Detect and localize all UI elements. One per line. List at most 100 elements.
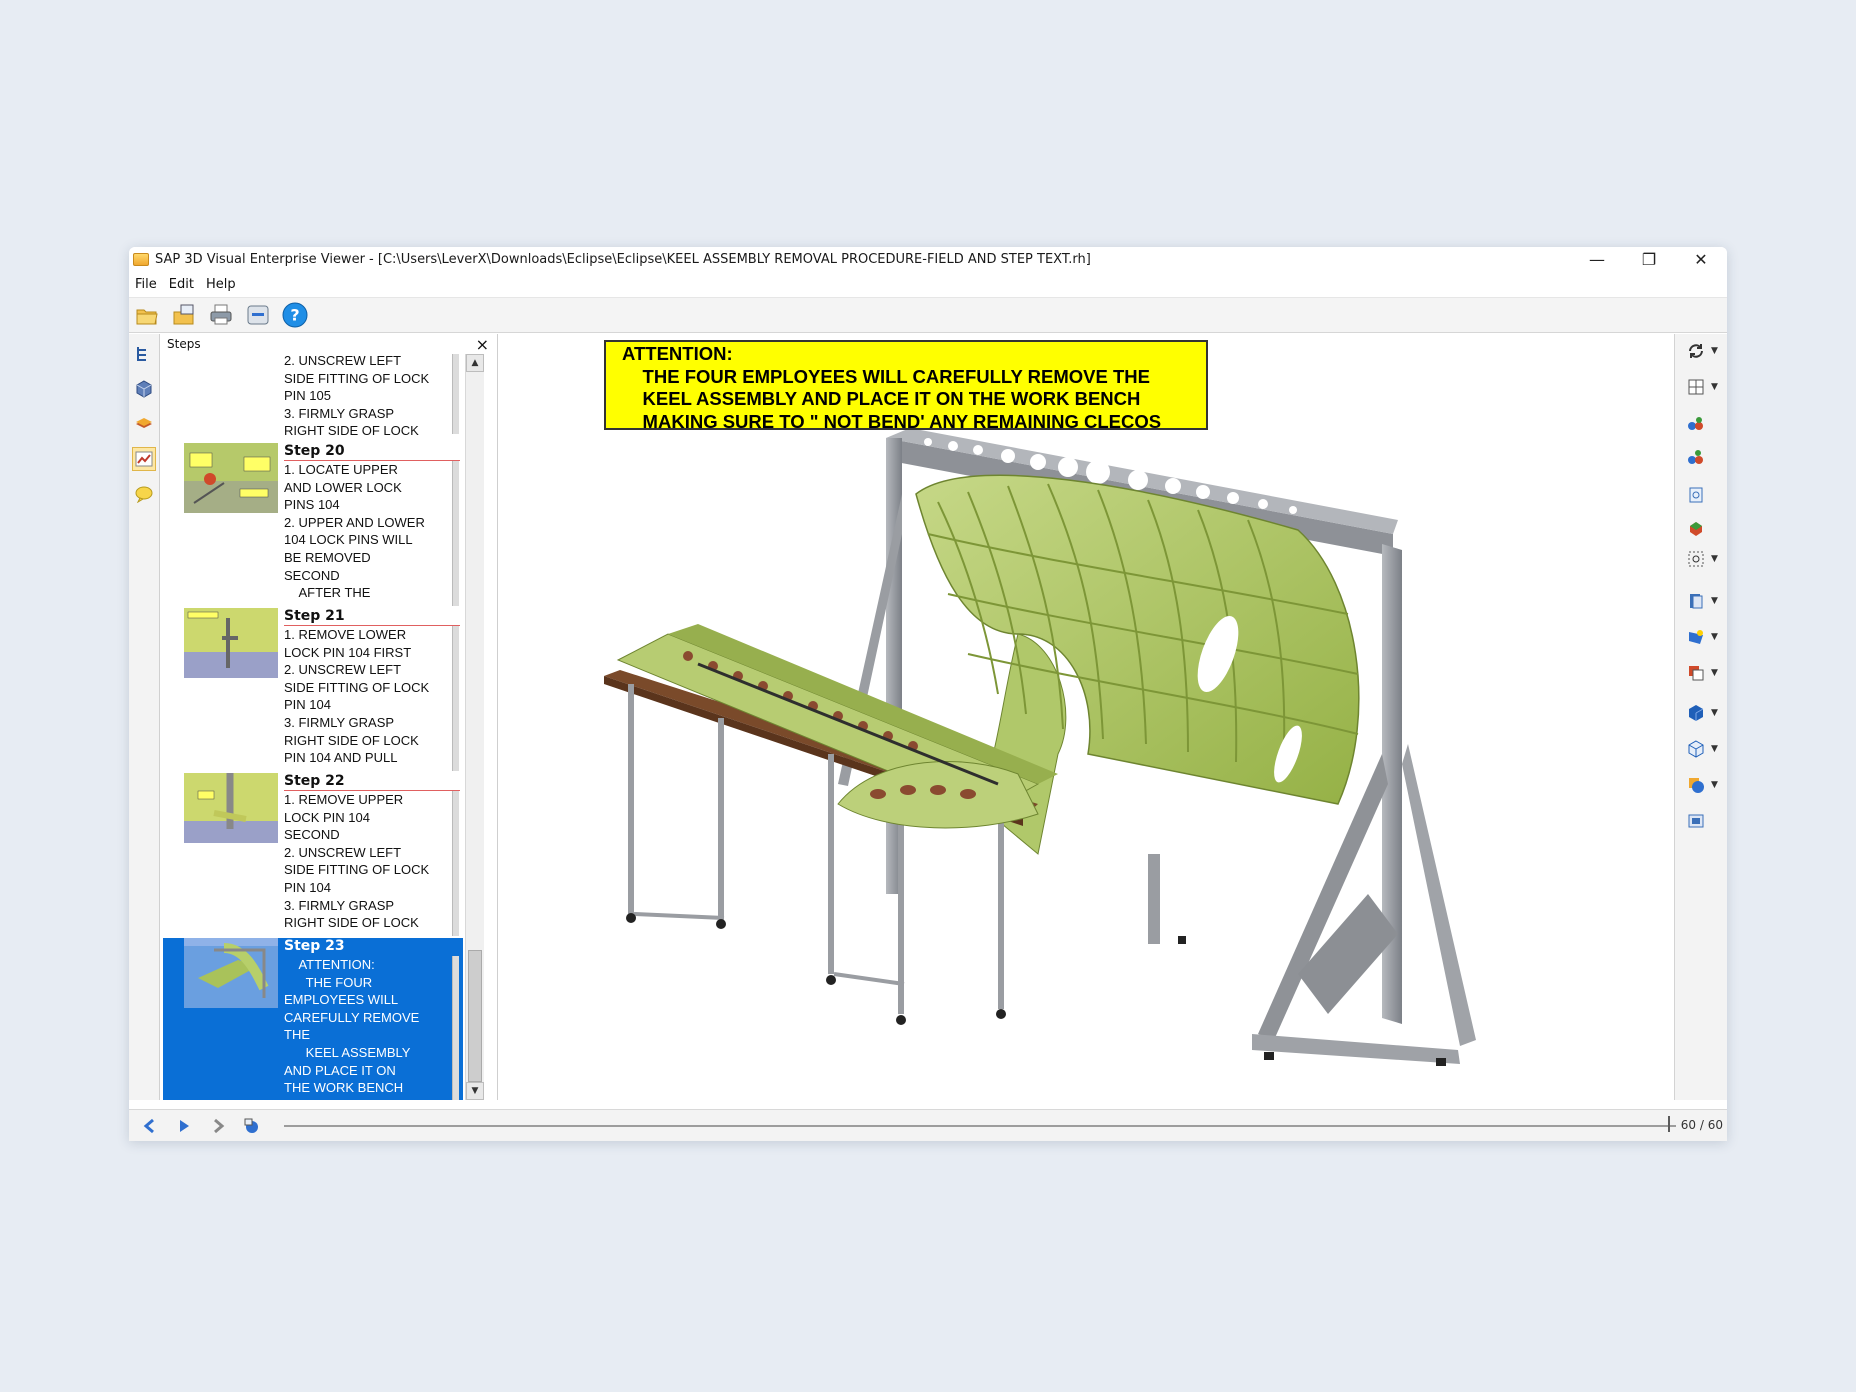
render-button[interactable]: ▼ bbox=[1681, 590, 1721, 612]
help-icon: ? bbox=[282, 302, 308, 328]
scene-tree-button[interactable] bbox=[132, 342, 156, 366]
scroll-down-icon[interactable]: ▼ bbox=[466, 1082, 484, 1100]
app-window: SAP 3D Visual Enterprise Viewer - [C:\Us… bbox=[129, 247, 1727, 1141]
menu-edit[interactable]: Edit bbox=[163, 277, 200, 292]
materials-icon bbox=[1689, 778, 1704, 793]
view-toolbar: ▼ ▼ ▼ ▼ ▼ ▼ ▼ ▼ ▼ bbox=[1674, 334, 1727, 1100]
play-icon bbox=[180, 1120, 189, 1132]
orbit-icon bbox=[1689, 344, 1703, 358]
notes-icon bbox=[135, 486, 153, 503]
chevron-down-icon[interactable]: ▼ bbox=[1711, 554, 1718, 564]
step-item-23[interactable]: Step 23 ATTENTION: THE FOUR EMPLOYEES WI… bbox=[163, 938, 463, 1100]
chevron-down-icon[interactable]: ▼ bbox=[1711, 744, 1718, 754]
fullscreen-button[interactable] bbox=[1681, 810, 1721, 832]
color-button[interactable]: ▼ bbox=[1681, 662, 1721, 684]
minimize-button[interactable]: — bbox=[1571, 247, 1623, 271]
shaded-icon bbox=[1689, 705, 1704, 721]
camera-2-icon bbox=[1688, 450, 1703, 464]
lighting-icon bbox=[1689, 630, 1703, 644]
step-text: 1. LOCATE UPPER AND LOWER LOCK PINS 104 … bbox=[284, 462, 425, 601]
camera-2-button[interactable] bbox=[1681, 446, 1721, 468]
side-strip bbox=[129, 334, 160, 1100]
open-button[interactable] bbox=[133, 301, 161, 329]
menu-file[interactable]: File bbox=[129, 277, 163, 292]
steps-button[interactable] bbox=[132, 447, 156, 471]
keel-assembly bbox=[616, 624, 1058, 829]
steps-panel-close-button[interactable]: × bbox=[476, 335, 489, 354]
window-title: SAP 3D Visual Enterprise Viewer - [C:\Us… bbox=[155, 251, 1091, 267]
steps-list: 2. UNSCREW LEFT SIDE FITTING OF LOCK PIN… bbox=[163, 354, 463, 1100]
step-thumbnail bbox=[184, 443, 278, 513]
open-icon bbox=[136, 309, 158, 325]
import-icon bbox=[173, 304, 194, 325]
chevron-down-icon[interactable]: ▼ bbox=[1711, 708, 1718, 718]
step-item-22[interactable]: Step 22 1. REMOVE UPPER LOCK PIN 104 SEC… bbox=[163, 773, 463, 938]
layers-button[interactable] bbox=[132, 412, 156, 436]
attention-line: ATTENTION: bbox=[622, 343, 733, 364]
3d-model-scene[interactable] bbox=[498, 334, 1727, 1100]
view-layout-icon bbox=[1688, 379, 1704, 395]
lighting-button[interactable]: ▼ bbox=[1681, 626, 1721, 648]
print-button[interactable] bbox=[207, 301, 235, 329]
previous-step-button[interactable] bbox=[137, 1113, 163, 1139]
loop-icon bbox=[244, 1118, 258, 1133]
model-button[interactable] bbox=[132, 377, 156, 401]
orbit-button[interactable]: ▼ bbox=[1681, 340, 1721, 362]
menu-help[interactable]: Help bbox=[200, 277, 242, 292]
step-thumbnail bbox=[184, 938, 278, 1008]
3d-viewport[interactable]: ATTENTION: THE FOUR EMPLOYEES WILL CAREF… bbox=[498, 334, 1727, 1100]
scroll-up-icon[interactable]: ▲ bbox=[466, 354, 484, 372]
loop-button[interactable] bbox=[239, 1113, 265, 1139]
chevron-down-icon[interactable]: ▼ bbox=[1711, 632, 1718, 642]
help-button[interactable]: ? bbox=[281, 301, 309, 329]
select-button[interactable]: ▼ bbox=[1681, 548, 1721, 570]
chevron-down-icon[interactable]: ▼ bbox=[1711, 780, 1718, 790]
svg-text:?: ? bbox=[290, 306, 299, 325]
shaded-button[interactable]: ▼ bbox=[1681, 702, 1721, 724]
chevron-down-icon[interactable]: ▼ bbox=[1711, 596, 1718, 606]
step-title: Step 23 bbox=[284, 938, 460, 956]
chevron-down-icon[interactable]: ▼ bbox=[1711, 346, 1718, 356]
attention-line: MAKING SURE TO " NOT BEND' ANY REMAINING… bbox=[622, 410, 1162, 432]
camera-button[interactable] bbox=[1681, 412, 1721, 434]
next-step-button[interactable] bbox=[205, 1113, 231, 1139]
scrollbar-thumb[interactable] bbox=[468, 950, 482, 1082]
notes-button[interactable] bbox=[132, 482, 156, 506]
step-text-scrollbar[interactable] bbox=[452, 956, 459, 1100]
step-title: Step 22 bbox=[284, 773, 460, 791]
save-button[interactable] bbox=[244, 301, 272, 329]
previous-icon bbox=[143, 1118, 154, 1134]
reset-button[interactable] bbox=[1681, 518, 1721, 540]
zoom-button[interactable] bbox=[1681, 484, 1721, 506]
steps-scrollbar[interactable]: ▲ ▼ bbox=[465, 354, 484, 1100]
import-button[interactable] bbox=[170, 301, 198, 329]
timeline-track[interactable] bbox=[284, 1125, 1676, 1127]
attention-line: KEEL ASSEMBLY AND PLACE IT ON THE WORK B… bbox=[622, 388, 1141, 409]
step-item-20[interactable]: Step 20 1. LOCATE UPPER AND LOWER LOCK P… bbox=[163, 443, 463, 608]
timeline-slider-thumb[interactable] bbox=[1668, 1116, 1670, 1132]
chevron-down-icon[interactable]: ▼ bbox=[1711, 382, 1718, 392]
steps-panel-title: Steps bbox=[167, 337, 201, 351]
view-layout-button[interactable]: ▼ bbox=[1681, 376, 1721, 398]
close-button[interactable]: ✕ bbox=[1675, 247, 1727, 271]
step-item-21[interactable]: Step 21 1. REMOVE LOWER LOCK PIN 104 FIR… bbox=[163, 608, 463, 773]
chevron-down-icon[interactable]: ▼ bbox=[1711, 668, 1718, 678]
play-button[interactable] bbox=[171, 1113, 197, 1139]
wireframe-button[interactable]: ▼ bbox=[1681, 738, 1721, 760]
step-text-scrollbar[interactable] bbox=[452, 354, 459, 434]
step-title: Step 21 bbox=[284, 608, 460, 626]
next-icon bbox=[214, 1118, 225, 1134]
attention-callout: ATTENTION: THE FOUR EMPLOYEES WILL CAREF… bbox=[604, 340, 1208, 432]
step-text-scrollbar[interactable] bbox=[452, 626, 459, 771]
restore-button[interactable]: ❐ bbox=[1623, 247, 1675, 271]
layers-icon bbox=[136, 418, 152, 428]
color-icon bbox=[1689, 666, 1704, 681]
select-icon bbox=[1688, 551, 1704, 567]
step-counter: 60 / 60 bbox=[1680, 1118, 1723, 1132]
step-thumbnail bbox=[184, 608, 278, 678]
step-text-scrollbar[interactable] bbox=[452, 791, 459, 936]
steps-icon bbox=[135, 451, 153, 467]
step-text-scrollbar[interactable] bbox=[452, 461, 459, 606]
materials-button[interactable]: ▼ bbox=[1681, 774, 1721, 796]
render-icon bbox=[1690, 594, 1703, 609]
